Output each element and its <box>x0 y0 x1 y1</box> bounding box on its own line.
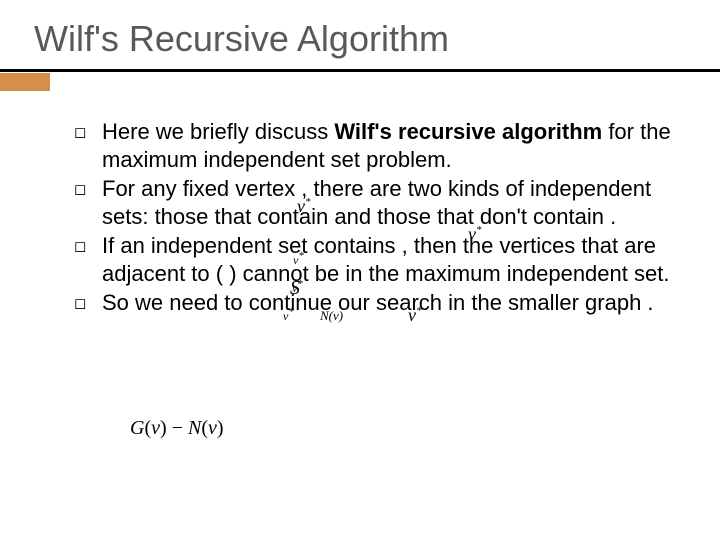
bullet-icon: ◻ <box>74 175 102 230</box>
title-underline <box>0 69 720 72</box>
bullet-icon: ◻ <box>74 118 102 173</box>
bullet-icon: ◻ <box>74 232 102 287</box>
list-item: ◻ For any fixed vertex , there are two k… <box>74 175 686 230</box>
bullet-icon: ◻ <box>74 289 102 317</box>
body-content: ◻ Here we briefly discuss Wilf's recursi… <box>28 118 692 317</box>
item-text: So we need to continue our search in the… <box>102 289 686 317</box>
item-text: Here we briefly discuss Wilf's recursive… <box>102 118 686 173</box>
list-item: ◻ So we need to continue our search in t… <box>74 289 686 317</box>
slide-title: Wilf's Recursive Algorithm <box>28 18 692 59</box>
accent-bar <box>0 73 50 91</box>
item-text: For any fixed vertex , there are two kin… <box>102 175 686 230</box>
list-item: ◻ Here we briefly discuss Wilf's recursi… <box>74 118 686 173</box>
item-text: If an independent set contains , then th… <box>102 232 686 287</box>
list-item: ◻ If an independent set contains , then … <box>74 232 686 287</box>
math-graph-expr: G(v) − N(v) <box>130 418 224 438</box>
